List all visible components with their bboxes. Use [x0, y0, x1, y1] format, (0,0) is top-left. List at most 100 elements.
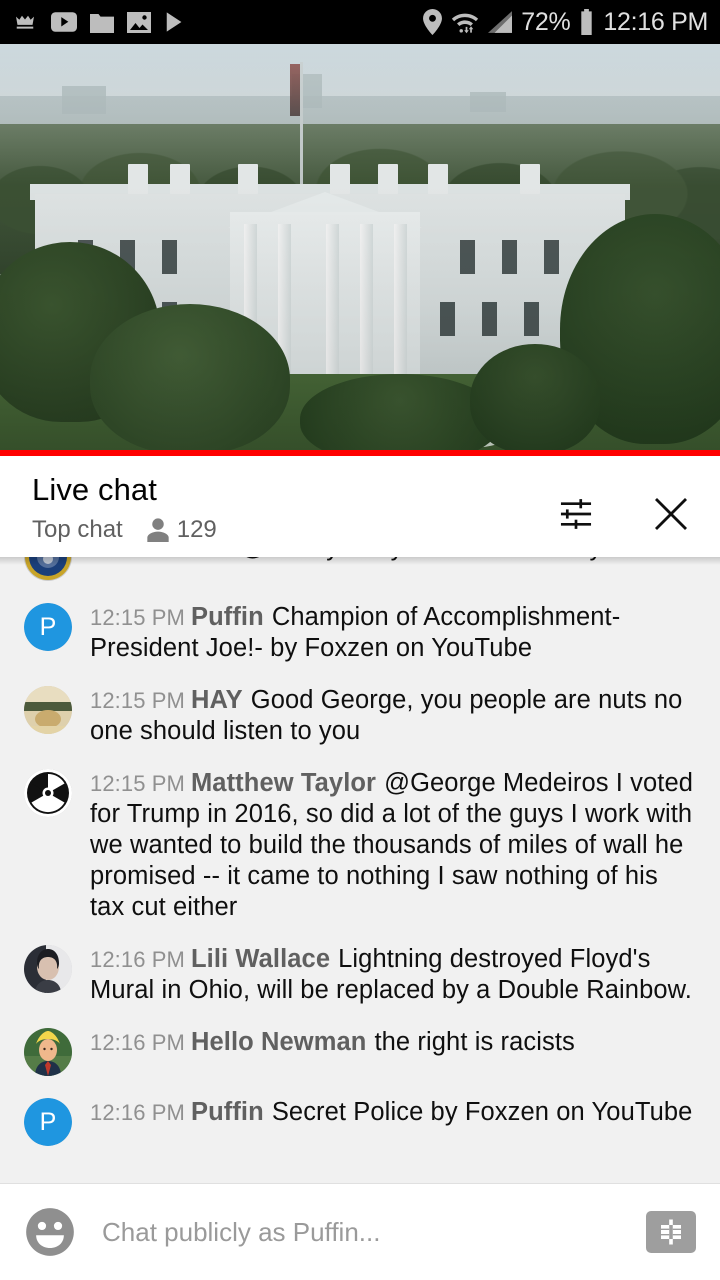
super-chat-button[interactable]: [646, 1211, 696, 1253]
message-timestamp: 12:15 PM: [90, 605, 185, 630]
dollar-icon: [661, 1219, 681, 1245]
avatar[interactable]: [24, 945, 72, 993]
chat-message-item[interactable]: 12:15 PM FBI @Bobby are you the real bobby…: [0, 557, 720, 591]
chat-message-item[interactable]: 12:16 PM Hello Newman the right is racists: [0, 1016, 720, 1086]
avatar[interactable]: [24, 557, 72, 581]
message-timestamp: 12:16 PM: [90, 1100, 185, 1125]
live-chat-header: Live chat Top chat 129: [0, 456, 720, 557]
chat-message-body: 12:15 PM Puffin Champion of Accomplishment…: [90, 601, 696, 664]
message-author[interactable]: Lili Wallace: [191, 945, 330, 973]
letter-avatar-icon: P: [24, 1098, 72, 1146]
message-timestamp: 12:16 PM: [90, 947, 185, 972]
window: [482, 302, 497, 336]
chimney: [378, 164, 398, 194]
play-store-icon: [166, 12, 182, 32]
chat-message-body: 12:15 PM Matthew Taylor @George Medeiros I…: [90, 767, 696, 923]
chat-settings-button[interactable]: [548, 486, 604, 542]
status-bar-right-icons: 72% 12:16 PM: [423, 9, 708, 35]
youtube-icon: [51, 12, 77, 32]
wifi-icon: [452, 13, 479, 34]
emoji-smiley-icon: [26, 1208, 74, 1256]
message-author[interactable]: Puffin: [191, 603, 264, 631]
live-chat-subheader: Top chat 129: [32, 516, 217, 544]
message-timestamp: 12:16 PM: [90, 1030, 185, 1055]
message-author[interactable]: Puffin: [191, 1098, 264, 1126]
clock-label: 12:16 PM: [603, 7, 708, 36]
viewer-count-label: 129: [176, 516, 217, 543]
avatar[interactable]: P: [24, 1098, 72, 1146]
avatar[interactable]: [24, 769, 72, 817]
close-icon: [654, 497, 688, 531]
chimney: [520, 164, 540, 194]
message-author[interactable]: Hello Newman: [191, 1028, 367, 1056]
column: [326, 224, 339, 374]
message-timestamp: 12:15 PM: [90, 557, 185, 560]
person-icon: [147, 518, 169, 542]
column: [360, 224, 373, 374]
chimney: [238, 164, 258, 194]
chat-message-body: 12:16 PM Lili Wallace Lightning destroyed …: [90, 943, 696, 1006]
message-text: the right is racists: [374, 1028, 575, 1056]
message-text: Secret Police by Foxzen on YouTube: [271, 1098, 693, 1126]
emoji-picker-button[interactable]: [24, 1206, 76, 1258]
portrait-photo-avatar-icon: [24, 945, 72, 993]
foreground-tree: [90, 304, 290, 450]
chat-message-item[interactable]: 12:15 PM HAY Good George, you people are n…: [0, 674, 720, 757]
message-timestamp: 12:15 PM: [90, 688, 185, 713]
chat-message-body: 12:15 PM HAY Good George, you people are n…: [90, 684, 696, 747]
chimney: [170, 164, 190, 194]
window: [544, 240, 559, 274]
avatar[interactable]: [24, 1028, 72, 1076]
window: [162, 240, 177, 274]
close-chat-button[interactable]: [643, 486, 699, 542]
fbi-seal-avatar-icon: [25, 557, 71, 580]
window: [440, 302, 455, 336]
app-screen: 72% 12:16 PM Live chat Top chat 129 P 12…: [0, 0, 720, 1280]
chimney: [428, 164, 448, 194]
video-player[interactable]: [0, 44, 720, 450]
cartoon-figure-avatar-icon: [24, 1028, 72, 1076]
window: [524, 302, 539, 336]
chat-message-item[interactable]: 12:15 PM Matthew Taylor @George Medeiros I…: [0, 757, 720, 933]
crown-icon: [16, 15, 34, 29]
message-text: @Bobby are you the real bobby?: [240, 557, 616, 561]
chat-message-body: 12:16 PM Hello Newman the right is racists: [90, 1026, 575, 1076]
chat-message-body: 12:16 PM Puffin Secret Police by Foxzen on…: [90, 1096, 692, 1146]
chat-mode-label[interactable]: Top chat: [32, 516, 123, 544]
avatar[interactable]: [24, 686, 72, 734]
distant-building: [470, 92, 506, 112]
message-author[interactable]: HAY: [191, 686, 243, 714]
column: [394, 224, 407, 374]
chimney: [128, 164, 148, 194]
window: [460, 240, 475, 274]
chimney: [330, 164, 350, 194]
cell-signal-icon: [488, 11, 513, 33]
battery-percent-label: 72%: [521, 7, 571, 36]
chat-message-item[interactable]: P 12:16 PM Puffin Secret Police by Foxzen …: [0, 1086, 720, 1156]
location-icon: [423, 9, 443, 35]
chat-message-input[interactable]: [102, 1216, 646, 1248]
letter-avatar-icon: P: [24, 603, 72, 651]
window: [502, 240, 517, 274]
distant-building: [62, 86, 106, 114]
chat-message-item[interactable]: P 12:15 PM Puffin Champion of Accomplishme…: [0, 591, 720, 674]
message-author[interactable]: Matthew Taylor: [191, 769, 376, 797]
folder-icon: [90, 13, 114, 33]
avatar[interactable]: P: [24, 603, 72, 651]
message-author[interactable]: FBI: [191, 557, 232, 561]
photo-icon: [127, 11, 151, 33]
live-chat-title: Live chat: [32, 472, 157, 507]
radiation-symbol-avatar-icon: [24, 769, 72, 817]
avatar-letter: P: [39, 612, 57, 641]
hay-field-avatar-icon: [24, 686, 72, 734]
chat-message-body: 12:15 PM FBI @Bobby are you the real bobby…: [90, 557, 617, 581]
status-bar: 72% 12:16 PM: [0, 0, 720, 44]
tune-icon: [560, 499, 592, 529]
live-chat-message-list[interactable]: 12:15 PM FBI @Bobby are you the real bobby…: [0, 557, 720, 1183]
message-timestamp: 12:15 PM: [90, 771, 185, 796]
battery-icon: [581, 9, 593, 35]
flagpole: [300, 62, 303, 197]
chat-input-bar: [0, 1184, 720, 1280]
foreground-tree: [470, 344, 600, 450]
chat-message-item[interactable]: 12:16 PM Lili Wallace Lightning destroyed …: [0, 933, 720, 1016]
